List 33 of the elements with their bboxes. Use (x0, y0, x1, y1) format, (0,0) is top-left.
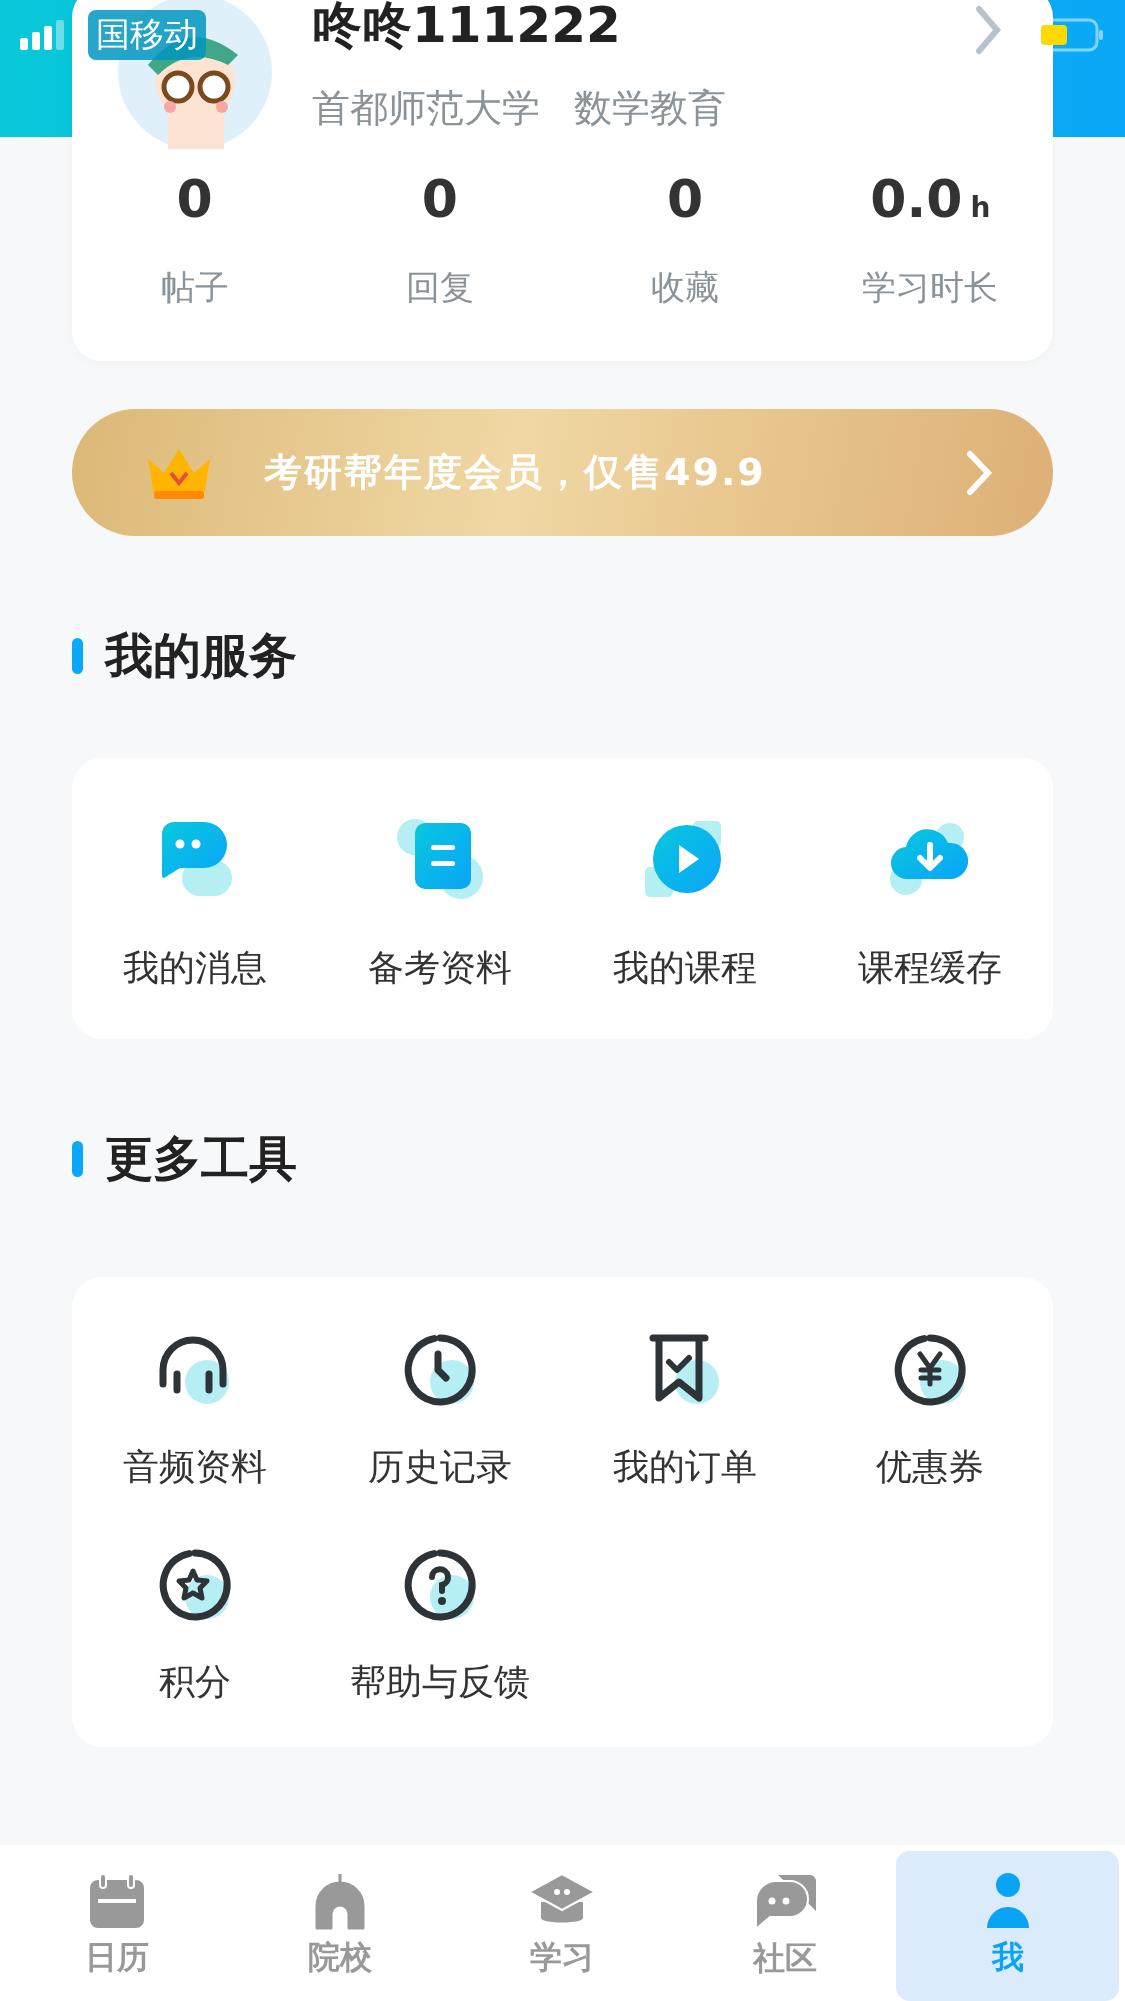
major-name: 数学教育 (574, 85, 726, 132)
menu-label[interactable]: 备考资料 (367, 944, 512, 993)
chevron-right-icon (965, 449, 993, 496)
menu-label[interactable]: 帮助与反馈 (349, 1658, 530, 1707)
stat-unit: h (970, 191, 991, 224)
calendar-icon (88, 1872, 147, 1930)
stat-label: 学习时长 (862, 266, 999, 309)
menu-label[interactable]: 课程缓存 (858, 944, 1003, 993)
school-name: 首都师范大学 (312, 85, 540, 132)
user-name: 咚咚111222 (312, 0, 622, 55)
menu-label[interactable]: 优惠券 (876, 1443, 985, 1492)
banner-text: 考研帮年度会员，仅售49.9 (264, 449, 767, 496)
stat-value: 0 (421, 169, 458, 229)
section-title: 更多工具 (105, 1129, 297, 1188)
menu-label[interactable]: 我的课程 (613, 944, 758, 993)
stat-label: 收藏 (651, 266, 720, 309)
signal-icon (20, 20, 66, 50)
menu-label[interactable]: 我的消息 (122, 944, 267, 993)
stat-label: 帖子 (160, 266, 229, 309)
stat-label: 回复 (405, 266, 474, 309)
stat-value: 0 (176, 169, 213, 229)
accent-bar (72, 638, 83, 674)
stat-value: 0.0 (870, 169, 963, 229)
menu-label[interactable]: 积分 (158, 1658, 231, 1707)
menu-label[interactable]: 历史记录 (367, 1443, 512, 1492)
document-icon (394, 817, 485, 901)
stat-value: 0 (667, 169, 704, 229)
cloud-download-icon (890, 821, 971, 897)
carrier-name: 国移动 (88, 10, 206, 60)
menu-label[interactable]: 音频资料 (122, 1443, 267, 1492)
accent-bar (72, 1141, 83, 1177)
menu-label[interactable]: 我的订单 (613, 1443, 758, 1492)
section-title: 我的服务 (105, 626, 297, 685)
